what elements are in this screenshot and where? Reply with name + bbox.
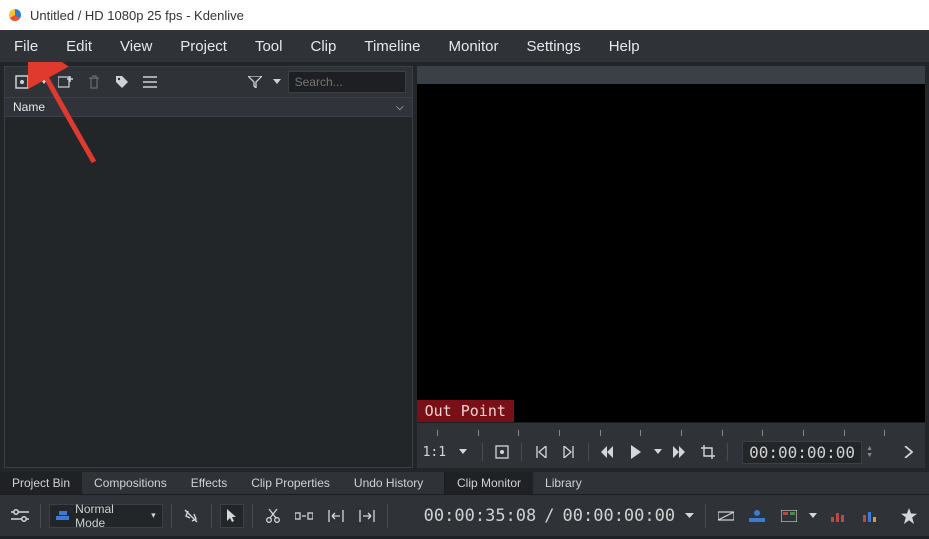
clip-monitor-panel: Out Point 1:1 00:00:00:00 ▲▼ [417, 66, 925, 468]
tab-effects[interactable]: Effects [179, 472, 239, 494]
zoom-ratio-label[interactable]: 1:1 [423, 445, 446, 460]
monitor-more-icon[interactable] [897, 441, 919, 463]
insert-zone-icon[interactable] [324, 504, 348, 528]
timecode-separator: / [544, 506, 554, 526]
bin-dropdown-icon[interactable] [39, 71, 49, 93]
filter-icon[interactable] [244, 71, 266, 93]
spacer-icon[interactable] [292, 504, 316, 528]
rewind-icon[interactable] [597, 441, 619, 463]
settings-sliders-icon[interactable] [8, 504, 32, 528]
bin-view-icon[interactable] [11, 71, 33, 93]
goto-end-icon[interactable] [558, 441, 580, 463]
monitor-controls: 1:1 00:00:00:00 ▲▼ [417, 436, 925, 468]
menu-edit[interactable]: Edit [52, 32, 106, 61]
tab-undo-history[interactable]: Undo History [342, 472, 435, 494]
menubar: File Edit View Project Tool Clip Timelin… [0, 30, 929, 62]
preview-dropdown-icon[interactable] [809, 504, 819, 528]
add-clip-icon[interactable] [55, 71, 77, 93]
menu-view[interactable]: View [106, 32, 166, 61]
chevron-down-icon: ▾ [151, 510, 156, 521]
play-icon[interactable] [625, 441, 647, 463]
menu-settings[interactable]: Settings [513, 32, 595, 61]
timeline-dropdown-icon[interactable] [683, 504, 697, 528]
marker-blue-icon[interactable] [745, 504, 769, 528]
tab-compositions[interactable]: Compositions [82, 472, 179, 494]
cut-icon[interactable] [261, 504, 285, 528]
delete-clip-icon[interactable] [83, 71, 105, 93]
crop-icon[interactable] [697, 441, 719, 463]
menu-monitor[interactable]: Monitor [434, 32, 512, 61]
timeline-position-timecode[interactable]: 00:00:35:08 [424, 506, 537, 526]
edit-mode-selector[interactable]: Normal Mode ▾ [49, 504, 163, 528]
overwrite-zone-icon[interactable] [355, 504, 379, 528]
monitor-canvas[interactable]: Out Point [417, 84, 925, 422]
timeline-duration-timecode: 00:00:00:00 [563, 506, 676, 526]
bin-list-area[interactable] [5, 117, 412, 467]
mode-icon [56, 511, 70, 521]
chevron-down-icon: ⌵ [396, 102, 404, 113]
menu-tool[interactable]: Tool [241, 32, 297, 61]
favorite-icon[interactable] [897, 504, 921, 528]
preview-render-icon[interactable] [777, 504, 801, 528]
tag-icon[interactable] [111, 71, 133, 93]
goto-start-icon[interactable] [530, 441, 552, 463]
timeline-toolbar: Normal Mode ▾ 00:00:35:08 / 00:00:00:00 [0, 494, 929, 536]
out-point-badge: Out Point [417, 400, 514, 422]
enable-track-icon[interactable] [180, 504, 204, 528]
app-logo-icon [6, 6, 24, 24]
audio-levels-icon[interactable] [826, 504, 850, 528]
search-input[interactable] [288, 71, 406, 93]
zoom-dropdown-icon[interactable] [452, 441, 474, 463]
tab-project-bin[interactable]: Project Bin [0, 472, 82, 494]
menu-timeline[interactable]: Timeline [350, 32, 434, 61]
window-title: Untitled / HD 1080p 25 fps - Kdenlive [30, 8, 244, 23]
timecode-spinner[interactable]: ▲▼ [866, 445, 873, 459]
menu-file[interactable]: File [0, 32, 52, 61]
monitor-titlebar[interactable] [417, 66, 925, 84]
column-name-label: Name [13, 100, 45, 114]
set-zone-icon[interactable] [491, 441, 513, 463]
workspace: Name ⌵ Out Point 1:1 [0, 62, 929, 472]
bin-toolbar [5, 67, 412, 97]
menu-project[interactable]: Project [166, 32, 241, 61]
tab-clip-monitor[interactable]: Clip Monitor [445, 472, 533, 494]
selection-tool-icon[interactable] [220, 504, 244, 528]
monitor-ruler[interactable] [417, 422, 925, 436]
menu-clip[interactable]: Clip [297, 32, 351, 61]
monitor-timecode[interactable]: 00:00:00:00 [742, 441, 862, 464]
titlebar: Untitled / HD 1080p 25 fps - Kdenlive [0, 0, 929, 30]
mode-label: Normal Mode [75, 502, 145, 530]
bin-column-header[interactable]: Name ⌵ [5, 97, 412, 117]
mix-icon[interactable] [714, 504, 738, 528]
filter-dropdown-icon[interactable] [272, 71, 282, 93]
forward-icon[interactable] [669, 441, 691, 463]
play-dropdown-icon[interactable] [653, 441, 663, 463]
tab-clip-properties[interactable]: Clip Properties [239, 472, 342, 494]
panel-tabrow: Project Bin Compositions Effects Clip Pr… [0, 472, 929, 494]
menu-help[interactable]: Help [595, 32, 654, 61]
color-bars-icon[interactable] [858, 504, 882, 528]
hamburger-icon[interactable] [139, 71, 161, 93]
tab-library[interactable]: Library [533, 472, 594, 494]
project-bin-panel: Name ⌵ [4, 66, 413, 468]
